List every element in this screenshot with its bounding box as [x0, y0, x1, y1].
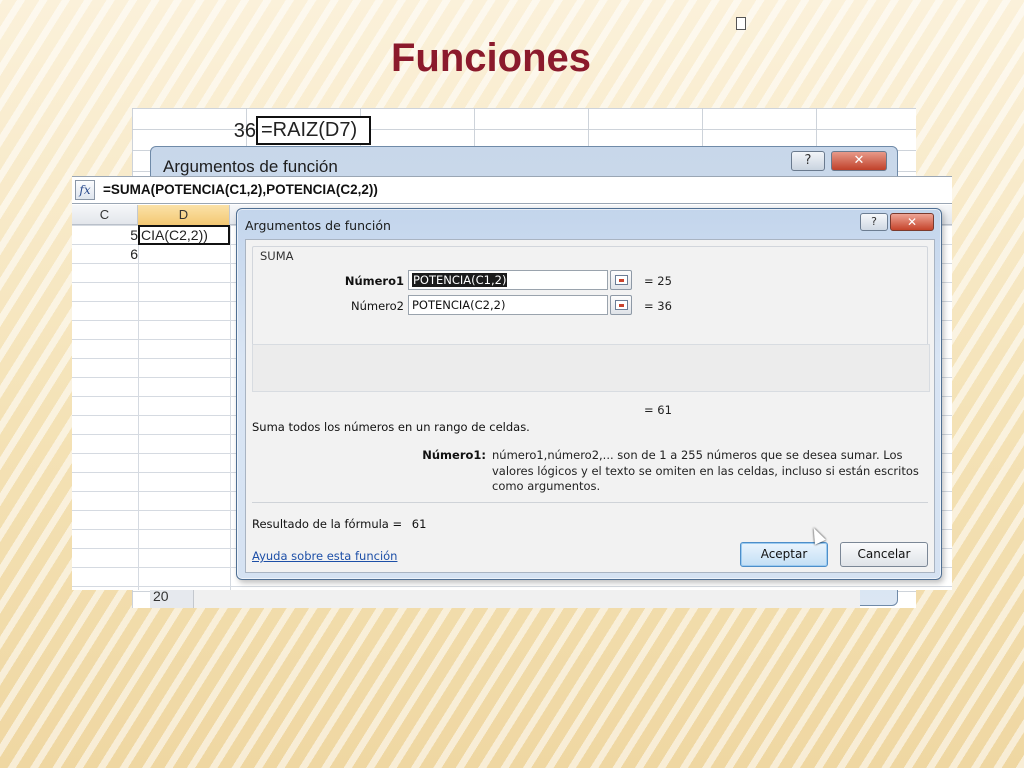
grid-line — [230, 225, 231, 590]
formula-input[interactable]: =SUMA(POTENCIA(C1,2),POTENCIA(C2,2)) — [103, 182, 378, 197]
argument-result-numero1: = 25 — [644, 274, 672, 288]
fx-icon[interactable]: fx — [75, 180, 95, 200]
arguments-group-empty-area — [252, 344, 930, 392]
dialog-body: SUMA Número1 POTENCIA(C1,2) = 25 Número2… — [245, 239, 935, 573]
cell-c2[interactable]: 6 — [72, 246, 138, 262]
back-close-button[interactable]: ✕ — [831, 151, 887, 171]
function-name-label: SUMA — [260, 249, 294, 263]
close-button[interactable]: ✕ — [890, 213, 934, 231]
collapse-dialog-button-numero2[interactable] — [610, 295, 632, 315]
argument-label-numero2: Número2 — [351, 299, 404, 313]
back-row-number: 20 — [150, 588, 194, 608]
argument-input-numero1-value: POTENCIA(C1,2) — [412, 273, 508, 287]
collapse-dialog-button-numero1[interactable] — [610, 270, 632, 290]
formula-result-row: Resultado de la fórmula = 61 — [252, 517, 426, 531]
formula-result-value: 61 — [411, 517, 427, 531]
function-arguments-dialog: Argumentos de función ? ✕ SUMA Número1 P… — [236, 208, 942, 580]
back-help-button[interactable]: ? — [791, 151, 825, 171]
slide-title: Funciones — [390, 36, 592, 80]
formula-result-label: Resultado de la fórmula = — [252, 517, 403, 531]
accept-button[interactable]: Aceptar — [740, 542, 828, 567]
function-description: Suma todos los números en un rango de ce… — [252, 420, 530, 434]
range-select-icon — [615, 300, 628, 310]
argument-result-numero2: = 36 — [644, 299, 672, 313]
argument-input-numero1[interactable]: POTENCIA(C1,2) — [408, 270, 608, 290]
back-cell-formula[interactable]: =RAIZ(D7) — [256, 116, 371, 145]
column-header-d[interactable]: D — [138, 205, 230, 225]
help-link[interactable]: Ayuda sobre esta función — [252, 549, 397, 563]
cell-d1-active[interactable]: CIA(C2,2)) — [138, 225, 230, 245]
argument-label-numero1: Número1 — [344, 274, 404, 288]
cancel-button[interactable]: Cancelar — [840, 542, 928, 567]
argument-input-numero2[interactable]: POTENCIA(C2,2) — [408, 295, 608, 315]
dialog-title: Argumentos de función — [245, 218, 391, 233]
formula-bar: fx =SUMA(POTENCIA(C1,2),POTENCIA(C2,2)) — [72, 176, 952, 204]
grid-line — [138, 225, 139, 590]
placeholder-glyph-icon — [736, 17, 746, 30]
help-argument-text: número1,número2,... son de 1 a 255 númer… — [492, 448, 919, 493]
back-dialog-title: Argumentos de función — [163, 157, 338, 176]
total-result: = 61 — [644, 403, 672, 417]
back-cell-value: 36 — [233, 120, 256, 142]
help-button[interactable]: ? — [860, 213, 888, 231]
cell-c1[interactable]: 5 — [72, 227, 138, 243]
divider — [252, 502, 928, 503]
column-header-c[interactable]: C — [72, 205, 138, 225]
help-argument-key: Número1: — [422, 448, 486, 462]
range-select-icon — [615, 275, 628, 285]
